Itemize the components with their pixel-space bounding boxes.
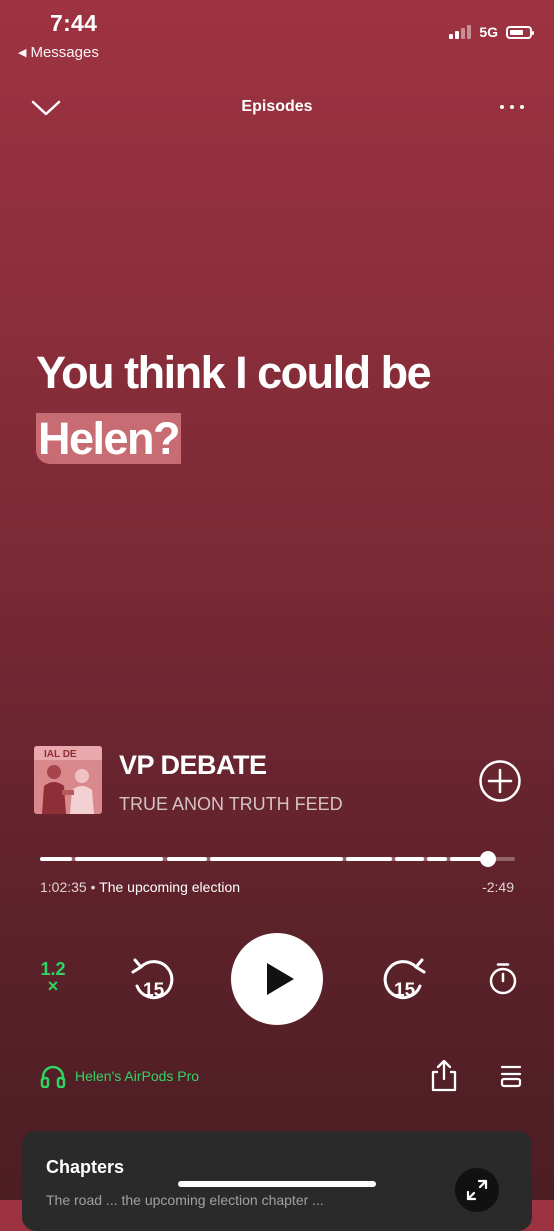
expand-icon [466, 1179, 488, 1201]
back-arrow-icon: ◀ [18, 47, 27, 59]
share-icon[interactable] [429, 1060, 459, 1092]
chapter-name: The upcoming election [99, 879, 241, 895]
network-label: 5G [479, 24, 498, 40]
chapters-subtitle: The road ... the upcoming election chapt… [46, 1192, 324, 1208]
quote-line-1: You think I could be [36, 347, 432, 398]
playback-speed-button[interactable]: 1.2 × [38, 960, 68, 996]
signal-icon [449, 25, 472, 39]
chapters-title: Chapters [46, 1157, 125, 1177]
skip-forward-15-icon[interactable]: 15 [382, 956, 430, 1004]
speed-suffix: × [47, 976, 59, 996]
back-label: Messages [30, 44, 99, 61]
more-icon[interactable] [500, 105, 524, 109]
expand-button[interactable] [455, 1168, 499, 1212]
art-text: IAL DE [44, 749, 77, 760]
quote-line-2: Helen? [36, 413, 182, 464]
episode-title[interactable]: VP DEBATE [119, 750, 267, 781]
play-icon [267, 963, 294, 995]
remaining-time: -2:49 [482, 879, 514, 895]
show-name[interactable]: TRUE ANON TRUTH FEED [119, 794, 343, 815]
status-time: 7:44 [50, 10, 98, 36]
nav-title: Episodes [241, 98, 313, 115]
home-indicator[interactable] [178, 1181, 376, 1187]
transcript-quote: You think I could be Helen? [36, 340, 526, 472]
play-button[interactable] [231, 933, 323, 1025]
add-icon[interactable] [478, 759, 522, 803]
device-name: Helen's AirPods Pro [75, 1068, 200, 1084]
connected-device[interactable]: Helen's AirPods Pro [40, 1064, 199, 1088]
queue-icon[interactable] [499, 1064, 523, 1088]
headphones-icon [40, 1065, 66, 1088]
episode-artwork[interactable]: IAL DE [34, 746, 102, 814]
current-time: 1:02:35 • The upcoming election [40, 879, 241, 895]
progress-knob[interactable] [480, 851, 496, 867]
battery-icon [506, 25, 534, 39]
skip-back-label: 15 [143, 980, 165, 1001]
progress-bar[interactable] [40, 857, 515, 861]
back-to-messages[interactable]: ◀ Messages [18, 44, 99, 61]
current-time-value: 1:02:35 [40, 879, 87, 895]
timer-icon[interactable] [487, 962, 519, 996]
skip-back-15-icon[interactable]: 15 [127, 956, 175, 1004]
status-indicators: 5G [449, 24, 534, 40]
skip-forward-label: 15 [394, 980, 416, 1001]
